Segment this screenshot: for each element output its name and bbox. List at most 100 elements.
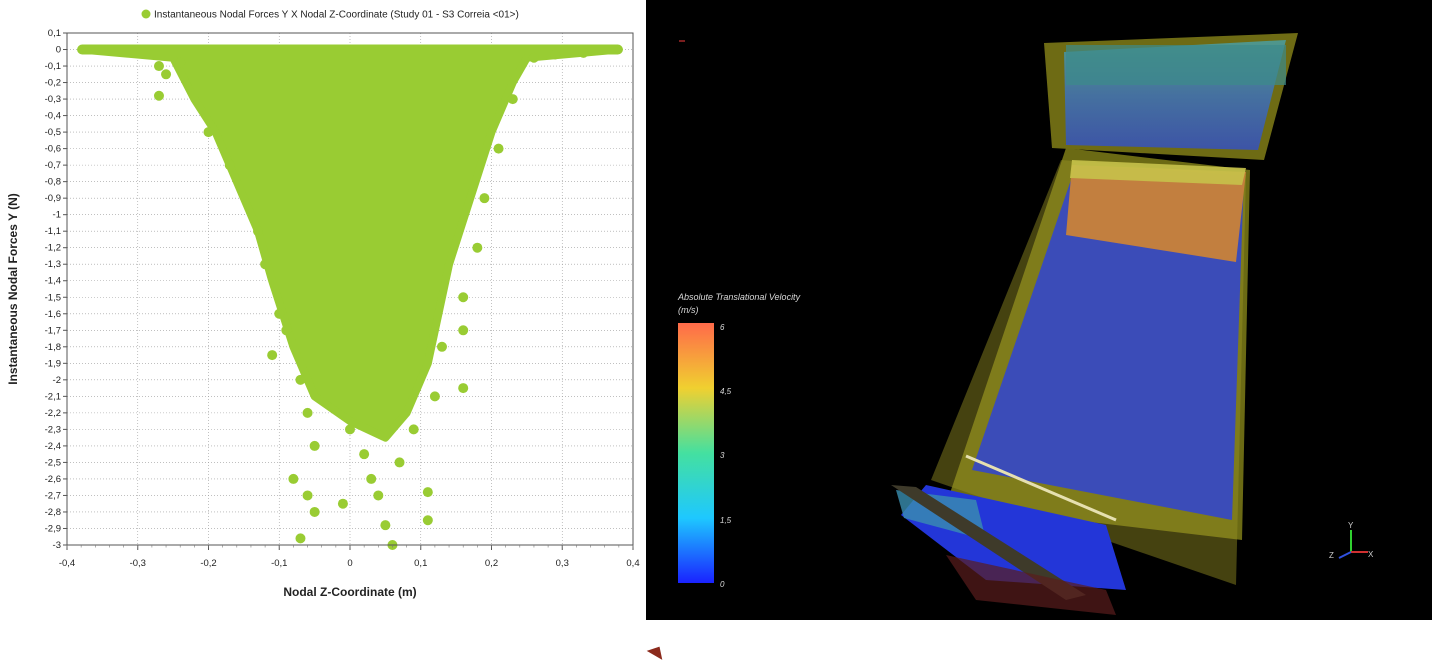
legend-tick-max: 6 — [720, 323, 725, 332]
x-tick-label: 0,3 — [556, 558, 569, 569]
scatter-point — [422, 487, 433, 498]
hopper-top-particles — [1066, 45, 1286, 85]
triad-y-label: Y — [1348, 521, 1354, 530]
x-tick-label: -0,1 — [271, 558, 287, 569]
y-tick-label: -2,3 — [45, 424, 61, 435]
y-tick-label: -1,8 — [45, 342, 61, 353]
y-tick-label: -1,1 — [45, 226, 61, 237]
scatter-point — [345, 424, 355, 435]
y-tick-label: -0,4 — [45, 111, 61, 122]
y-tick-label: -2,1 — [45, 391, 61, 402]
x-tick-label: -0,3 — [130, 558, 146, 569]
scatter-point — [153, 90, 164, 101]
triad-z-axis — [1338, 551, 1352, 559]
simulation-scene[interactable]: Absolute Translational Velocity (m/s) 6 … — [646, 0, 1432, 620]
y-tick-label: 0 — [56, 45, 61, 56]
scatter-point — [394, 457, 405, 468]
scatter-point-cloud — [77, 45, 623, 442]
scatter-point — [359, 449, 370, 460]
scatter-point — [309, 440, 320, 451]
y-tick-label: -1 — [53, 210, 61, 221]
y-tick-label: -0,8 — [45, 177, 61, 188]
legend-tick-1-5: 1,5 — [720, 516, 732, 525]
bottom-margin — [0, 620, 1432, 659]
scatter-point — [528, 52, 539, 63]
y-tick-label: -2,8 — [45, 507, 61, 518]
scatter-point — [224, 160, 235, 171]
scatter-point — [260, 259, 271, 270]
x-tick-label: 0,1 — [414, 558, 427, 569]
scatter-point — [203, 127, 214, 138]
scatter-chart: 0,1 0 -0,1 -0,2 -0,3 -0,4 -0,5 -0,6 -0,7 -0,8 -0,9… — [6, 9, 640, 599]
scatter-point — [458, 325, 469, 336]
velocity-legend: Absolute Translational Velocity (m/s) 6 … — [677, 292, 801, 589]
scatter-point — [175, 57, 186, 68]
y-tick-label: -2 — [53, 375, 61, 386]
scatter-point — [472, 242, 483, 253]
y-tick-label: -0,1 — [45, 61, 61, 72]
scatter-point — [373, 490, 384, 501]
legend-label: Instantaneous Nodal Forces Y X Nodal Z-C… — [154, 10, 519, 21]
legend-tick-min: 0 — [720, 580, 725, 589]
legend-unit: (m/s) — [678, 305, 699, 315]
y-tick-label: -1,7 — [45, 325, 61, 336]
y-tick-label: -2,9 — [45, 523, 61, 534]
scatter-point — [458, 383, 469, 394]
scatter-point — [507, 94, 518, 105]
y-tick-label: -2,4 — [45, 441, 61, 452]
triad-x-label: X — [1368, 550, 1374, 559]
scatter-point — [493, 143, 504, 154]
y-tick-label: -1,2 — [45, 243, 61, 254]
x-tick-label: 0 — [347, 558, 352, 569]
y-tick-label: -3 — [53, 540, 61, 551]
y-tick-label: -2,5 — [45, 457, 61, 468]
scatter-point — [436, 341, 447, 352]
scatter-point — [366, 473, 377, 484]
y-tick-label: -1,9 — [45, 358, 61, 369]
scatter-point — [550, 49, 561, 60]
legend-colorbar — [678, 323, 714, 583]
y-tick-label: -1,5 — [45, 292, 61, 303]
scatter-point — [274, 308, 285, 319]
scatter-point — [422, 515, 433, 526]
y-axis-title: Instantaneous Nodal Forces Y (N) — [6, 193, 20, 385]
scatter-point — [161, 69, 172, 80]
x-axis-ticks: -0,4 -0,3 -0,2 -0,1 0 0,1 0,2 0,3 0,4 — [59, 545, 640, 569]
chart-panel: 0,1 0 -0,1 -0,2 -0,3 -0,4 -0,5 -0,6 -0,7 -0,8 -0,9… — [0, 0, 645, 620]
y-tick-label: -1,3 — [45, 259, 61, 270]
scatter-point — [578, 47, 589, 58]
y-tick-label: -0,2 — [45, 78, 61, 89]
scatter-point — [281, 325, 292, 336]
legend-tick-4-5: 4,5 — [720, 387, 732, 396]
axis-triad-icon[interactable]: Y X Z — [1329, 521, 1374, 560]
x-tick-label: -0,2 — [200, 558, 216, 569]
3d-viewport[interactable]: Absolute Translational Velocity (m/s) 6 … — [646, 0, 1432, 620]
x-axis-title: Nodal Z-Coordinate (m) — [283, 585, 416, 599]
scatter-point — [458, 292, 469, 303]
scatter-point — [295, 533, 306, 544]
legend-tick-3: 3 — [720, 451, 725, 460]
scatter-point — [380, 520, 391, 531]
scatter-point — [479, 193, 490, 204]
y-tick-label: -0,7 — [45, 160, 61, 171]
y-tick-label: -0,9 — [45, 193, 61, 204]
x-tick-label: 0,4 — [626, 558, 639, 569]
y-tick-label: -2,7 — [45, 490, 61, 501]
y-tick-label: -0,3 — [45, 94, 61, 105]
y-tick-label: -1,6 — [45, 309, 61, 320]
y-tick-label: -2,6 — [45, 474, 61, 485]
scatter-point — [267, 350, 278, 361]
scatter-point — [295, 374, 306, 385]
y-tick-label: -2,2 — [45, 408, 61, 419]
y-tick-label: -1,4 — [45, 276, 61, 287]
y-tick-label: 0,1 — [48, 28, 61, 39]
legend-title: Absolute Translational Velocity — [677, 292, 801, 302]
legend-marker — [141, 9, 151, 19]
scatter-zero-band — [77, 44, 623, 55]
chart-legend: Instantaneous Nodal Forces Y X Nodal Z-C… — [141, 9, 519, 21]
y-tick-label: -0,6 — [45, 144, 61, 155]
scatter-point — [337, 498, 348, 509]
y-tick-label: -0,5 — [45, 127, 61, 138]
scatter-point — [408, 424, 419, 435]
scatter-point — [302, 407, 313, 418]
